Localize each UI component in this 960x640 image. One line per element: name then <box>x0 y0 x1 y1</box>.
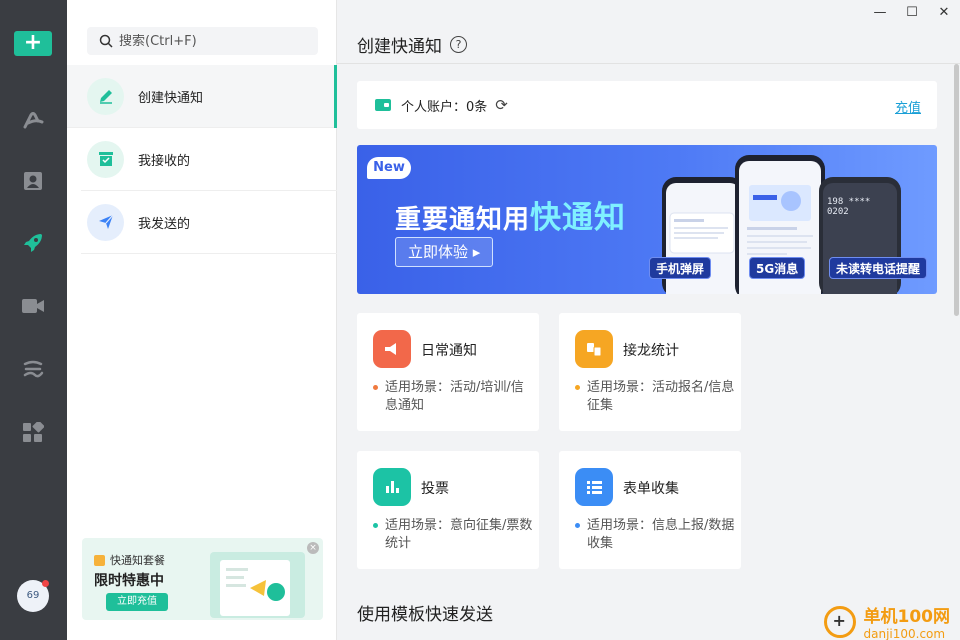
card-vote[interactable]: 投票 适用场景：意向征集/票数统计 <box>357 451 539 569</box>
promo-tag-text: 快通知套餐 <box>110 554 165 567</box>
card-title: 接龙统计 <box>623 343 679 359</box>
avatar[interactable]: 69 <box>17 580 49 612</box>
card-desc: 适用场景：活动报名/信息征集 <box>575 379 735 415</box>
promo-banner[interactable]: New 重要通知用快通知 立即体验 ▸ 198 **** 0202 手机弹屏 5… <box>357 145 937 294</box>
notification-dot <box>42 580 49 587</box>
sidebar-item-sent[interactable]: 我发送的 <box>81 191 337 254</box>
phone-number: 198 **** 0202 <box>827 197 871 217</box>
help-icon[interactable]: ? <box>450 36 467 53</box>
watermark-name: 单机100网 <box>863 607 951 627</box>
pen-icon <box>87 77 124 115</box>
account-bar: 个人账户：0条 ⟳ 充值 <box>357 81 937 129</box>
refresh-icon[interactable]: ⟳ <box>495 96 508 114</box>
video-icon[interactable] <box>20 293 46 319</box>
card-title: 日常通知 <box>421 343 477 359</box>
card-desc: 适用场景：意向征集/票数统计 <box>373 517 533 553</box>
search-input[interactable] <box>119 33 299 49</box>
window-controls: — ☐ ✕ <box>864 0 960 26</box>
bar-chart-icon <box>373 468 411 506</box>
avatar-text: 69 <box>26 590 40 601</box>
card-title: 表单收集 <box>623 481 679 497</box>
banner-headline-highlight: 快通知 <box>530 200 627 236</box>
nav-list: 创建快通知 我接收的 我发送的 <box>67 65 337 254</box>
recharge-link[interactable]: 充值 <box>895 97 921 116</box>
rocket-icon[interactable] <box>20 230 46 256</box>
watermark-logo-icon <box>823 605 856 638</box>
divider <box>337 63 960 64</box>
maximize-button[interactable]: ☐ <box>896 0 928 24</box>
sidebar: 创建快通知 我接收的 我发送的 快通知套餐 限时特惠中 立即充值 <box>67 0 337 640</box>
card-daily-notice[interactable]: 日常通知 适用场景：活动/培训/信息通知 <box>357 313 539 431</box>
close-icon[interactable]: × <box>307 542 319 554</box>
new-badge: New <box>367 157 411 179</box>
promo-headline: 限时特惠中 <box>94 573 164 589</box>
minimize-button[interactable]: — <box>864 0 896 24</box>
card-desc-text: 适用场景：信息上报/数据收集 <box>587 518 735 551</box>
list-icon <box>575 468 613 506</box>
card-desc-text: 适用场景：活动报名/信息征集 <box>587 380 735 413</box>
close-button[interactable]: ✕ <box>928 0 960 24</box>
promo-recharge-button[interactable]: 立即充值 <box>106 593 168 611</box>
watermark-url: danji100.com <box>863 627 946 640</box>
page-title: 创建快通知 ? <box>357 32 467 57</box>
card-form-collect[interactable]: 表单收集 适用场景：信息上报/数据收集 <box>559 451 741 569</box>
wallet-icon <box>375 99 391 111</box>
try-now-button[interactable]: 立即体验 ▸ <box>395 237 493 267</box>
relay-icon <box>575 330 613 368</box>
sidebar-item-label: 我发送的 <box>138 216 191 232</box>
chip-popup: 手机弹屏 <box>649 257 712 279</box>
sidebar-item-label: 我接收的 <box>138 153 191 169</box>
card-desc: 适用场景：活动/培训/信息通知 <box>373 379 533 415</box>
sidebar-item-received[interactable]: 我接收的 <box>81 128 337 191</box>
scrollbar[interactable] <box>954 64 959 316</box>
watermark: 单机100网 danji100.com <box>823 602 951 640</box>
brand-a-icon[interactable] <box>20 108 46 134</box>
card-desc: 适用场景：信息上报/数据收集 <box>575 517 735 553</box>
promo-tag: 快通知套餐 <box>94 552 165 568</box>
card-desc-text: 适用场景：活动/培训/信息通知 <box>385 380 524 413</box>
contacts-icon[interactable] <box>20 168 46 194</box>
page-title-text: 创建快通知 <box>357 37 442 57</box>
app-rail: + 69 <box>0 0 67 640</box>
sidebar-item-label: 创建快通知 <box>138 90 204 106</box>
card-desc-text: 适用场景：意向征集/票数统计 <box>385 518 533 551</box>
chip-call-reminder: 未读转电话提醒 <box>829 257 928 279</box>
main-panel: — ☐ ✕ 创建快通知 ? 个人账户：0条 ⟳ 充值 New 重要通知用快通知 … <box>337 0 960 640</box>
cloud-icon[interactable] <box>20 356 46 382</box>
add-button[interactable]: + <box>14 31 52 56</box>
megaphone-icon <box>373 330 411 368</box>
sidebar-item-create-notice[interactable]: 创建快通知 <box>67 65 337 128</box>
section-title-templates: 使用模板快速发送 <box>357 605 493 625</box>
search-icon <box>99 34 113 48</box>
card-relay-stats[interactable]: 接龙统计 适用场景：活动报名/信息征集 <box>559 313 741 431</box>
apps-icon[interactable] <box>20 420 46 446</box>
send-icon <box>87 203 124 241</box>
account-balance: 个人账户：0条 <box>401 99 488 115</box>
banner-headline-prefix: 重要通知用 <box>395 205 531 235</box>
promo-illustration <box>210 552 305 618</box>
card-title: 投票 <box>421 481 449 497</box>
promo-card[interactable]: 快通知套餐 限时特惠中 立即充值 × <box>82 538 323 620</box>
search-box[interactable] <box>87 27 318 55</box>
banner-headline: 重要通知用快通知 <box>395 192 626 237</box>
inbox-icon <box>87 140 124 178</box>
chip-5g: 5G消息 <box>749 257 806 279</box>
package-icon <box>94 554 105 566</box>
